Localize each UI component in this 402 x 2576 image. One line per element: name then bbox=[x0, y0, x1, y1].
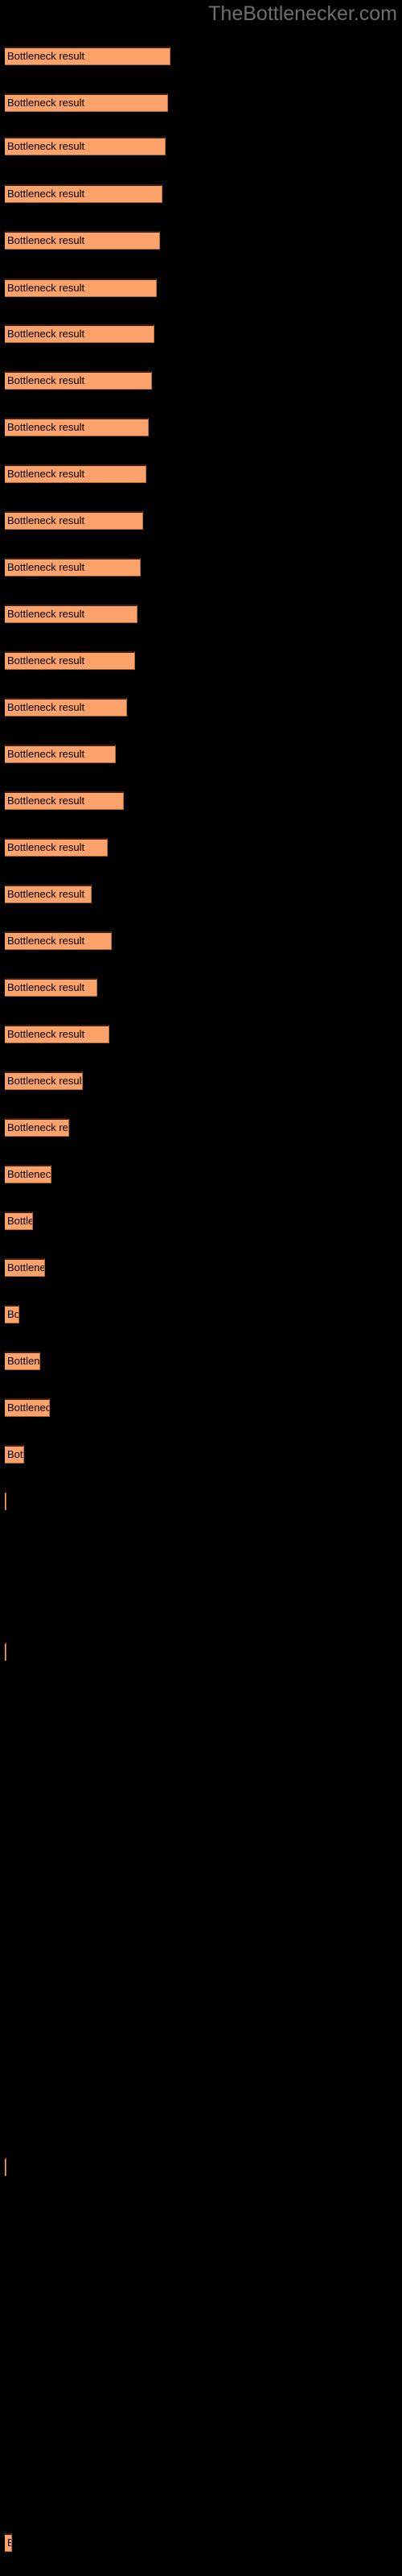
bar-label: Bottleneck result bbox=[7, 1355, 40, 1367]
bar-bottleneck-result[interactable]: Bottleneck result bbox=[5, 324, 154, 343]
bar-label: Bottleneck result bbox=[7, 888, 85, 900]
bar-label: Bottleneck result bbox=[7, 841, 85, 853]
bar-label: Bottleneck result bbox=[7, 561, 85, 573]
bar-bottleneck-result[interactable]: Bottleneck result bbox=[5, 2533, 12, 2552]
bar-bottleneck-result[interactable]: Bottleneck result bbox=[5, 791, 124, 810]
bar-label: Bottleneck result bbox=[7, 654, 85, 667]
bar-bottleneck-result[interactable]: Bottleneck result bbox=[5, 558, 141, 576]
bar-bottleneck-result[interactable]: Bottleneck result bbox=[5, 651, 135, 670]
bar-bottleneck-result[interactable]: Bottleneck result bbox=[5, 1492, 6, 1510]
bar-label: Bottleneck result bbox=[7, 282, 85, 294]
bar-bottleneck-result[interactable]: Bottleneck result bbox=[5, 184, 162, 203]
bar-bottleneck-result[interactable]: Bottleneck result bbox=[5, 1398, 50, 1417]
bottleneck-bar-chart: Bottleneck result Bottleneck result Bottle… bbox=[0, 0, 402, 2576]
bar-bottleneck-result[interactable]: Bottleneck result bbox=[5, 1305, 19, 1323]
bar-bottleneck-result[interactable]: Bottleneck result bbox=[5, 93, 168, 112]
bar-bottleneck-result[interactable]: Bottleneck result bbox=[5, 745, 116, 763]
bar-bottleneck-result[interactable]: Bottleneck result bbox=[5, 279, 157, 297]
bar-bottleneck-result[interactable]: Bottleneck result bbox=[5, 2157, 6, 2176]
bar-label: Bottleneck result bbox=[7, 1261, 45, 1274]
bar-label: Bottleneck result bbox=[7, 328, 85, 340]
bar-bottleneck-result[interactable]: Bottleneck result bbox=[5, 1212, 33, 1230]
bar-label: Bottleneck result bbox=[7, 188, 85, 200]
bar-bottleneck-result[interactable]: Bottleneck result bbox=[5, 418, 149, 436]
bar-bottleneck-result[interactable]: Bottleneck result bbox=[5, 1165, 51, 1183]
bar-bottleneck-result[interactable]: Bottleneck result bbox=[5, 931, 112, 950]
bar-bottleneck-result[interactable]: Bottleneck result bbox=[5, 1071, 83, 1090]
bar-bottleneck-result[interactable]: Bottleneck result bbox=[5, 47, 170, 65]
bar-bottleneck-result[interactable]: Bottleneck result bbox=[5, 885, 92, 903]
bar-label: Bottleneck result bbox=[7, 514, 85, 526]
bar-label: Bottleneck result bbox=[7, 1121, 68, 1133]
bar-bottleneck-result[interactable]: Bottleneck result bbox=[5, 1118, 69, 1137]
bar-label: Bottleneck result bbox=[7, 50, 85, 62]
bar-label: Bottleneck result bbox=[7, 1402, 49, 1414]
bar-label: Bottleneck result bbox=[7, 748, 85, 760]
bar-bottleneck-result[interactable]: Bottleneck result bbox=[5, 838, 108, 857]
bar-label: Bottleneck result bbox=[7, 935, 85, 947]
bar-label: Bottleneck result bbox=[7, 608, 85, 620]
bar-bottleneck-result[interactable]: Bottleneck result bbox=[5, 1352, 40, 1370]
bar-bottleneck-result[interactable]: Bottleneck result bbox=[5, 698, 127, 716]
bar-label: Bottleneck result bbox=[7, 421, 85, 433]
bar-label: Bottleneck result bbox=[7, 140, 85, 152]
bar-bottleneck-result[interactable]: Bottleneck result bbox=[5, 1258, 45, 1277]
bar-label: Bottleneck result bbox=[7, 234, 85, 246]
bar-label: Bottleneck result bbox=[7, 1215, 32, 1227]
bar-bottleneck-result[interactable]: Bottleneck result bbox=[5, 231, 160, 250]
bar-label: Bottleneck result bbox=[7, 468, 85, 480]
bar-label: Bottleneck result bbox=[7, 1308, 19, 1320]
bar-bottleneck-result[interactable]: Bottleneck result bbox=[5, 371, 152, 390]
bar-bottleneck-result[interactable]: Bottleneck result bbox=[5, 605, 137, 623]
bar-label: Bottleneck result bbox=[7, 97, 85, 109]
bar-label: Bottleneck result bbox=[7, 981, 85, 993]
bar-label: Bottleneck result bbox=[7, 2537, 11, 2549]
bar-label: Bottleneck result bbox=[7, 701, 85, 713]
bar-bottleneck-result[interactable]: Bottleneck result bbox=[5, 137, 166, 155]
bar-bottleneck-result[interactable]: Bottleneck result bbox=[5, 511, 143, 530]
bar-label: Bottleneck result bbox=[7, 1168, 51, 1180]
bar-bottleneck-result[interactable]: Bottleneck result bbox=[5, 978, 97, 997]
bar-label: Bottleneck result bbox=[7, 374, 85, 386]
bar-bottleneck-result[interactable]: Bottleneck result bbox=[5, 464, 146, 483]
bar-bottleneck-result[interactable]: Bottleneck result bbox=[5, 1642, 6, 1661]
bar-label: Bottleneck result bbox=[7, 1028, 85, 1040]
bar-bottleneck-result[interactable]: Bottleneck result bbox=[5, 1025, 109, 1043]
bar-label: Bottleneck result bbox=[7, 1075, 83, 1087]
bar-bottleneck-result[interactable]: Bottleneck result bbox=[5, 1445, 24, 1463]
bar-label: Bottleneck result bbox=[7, 795, 85, 807]
bar-label: Bottleneck result bbox=[7, 1448, 23, 1460]
